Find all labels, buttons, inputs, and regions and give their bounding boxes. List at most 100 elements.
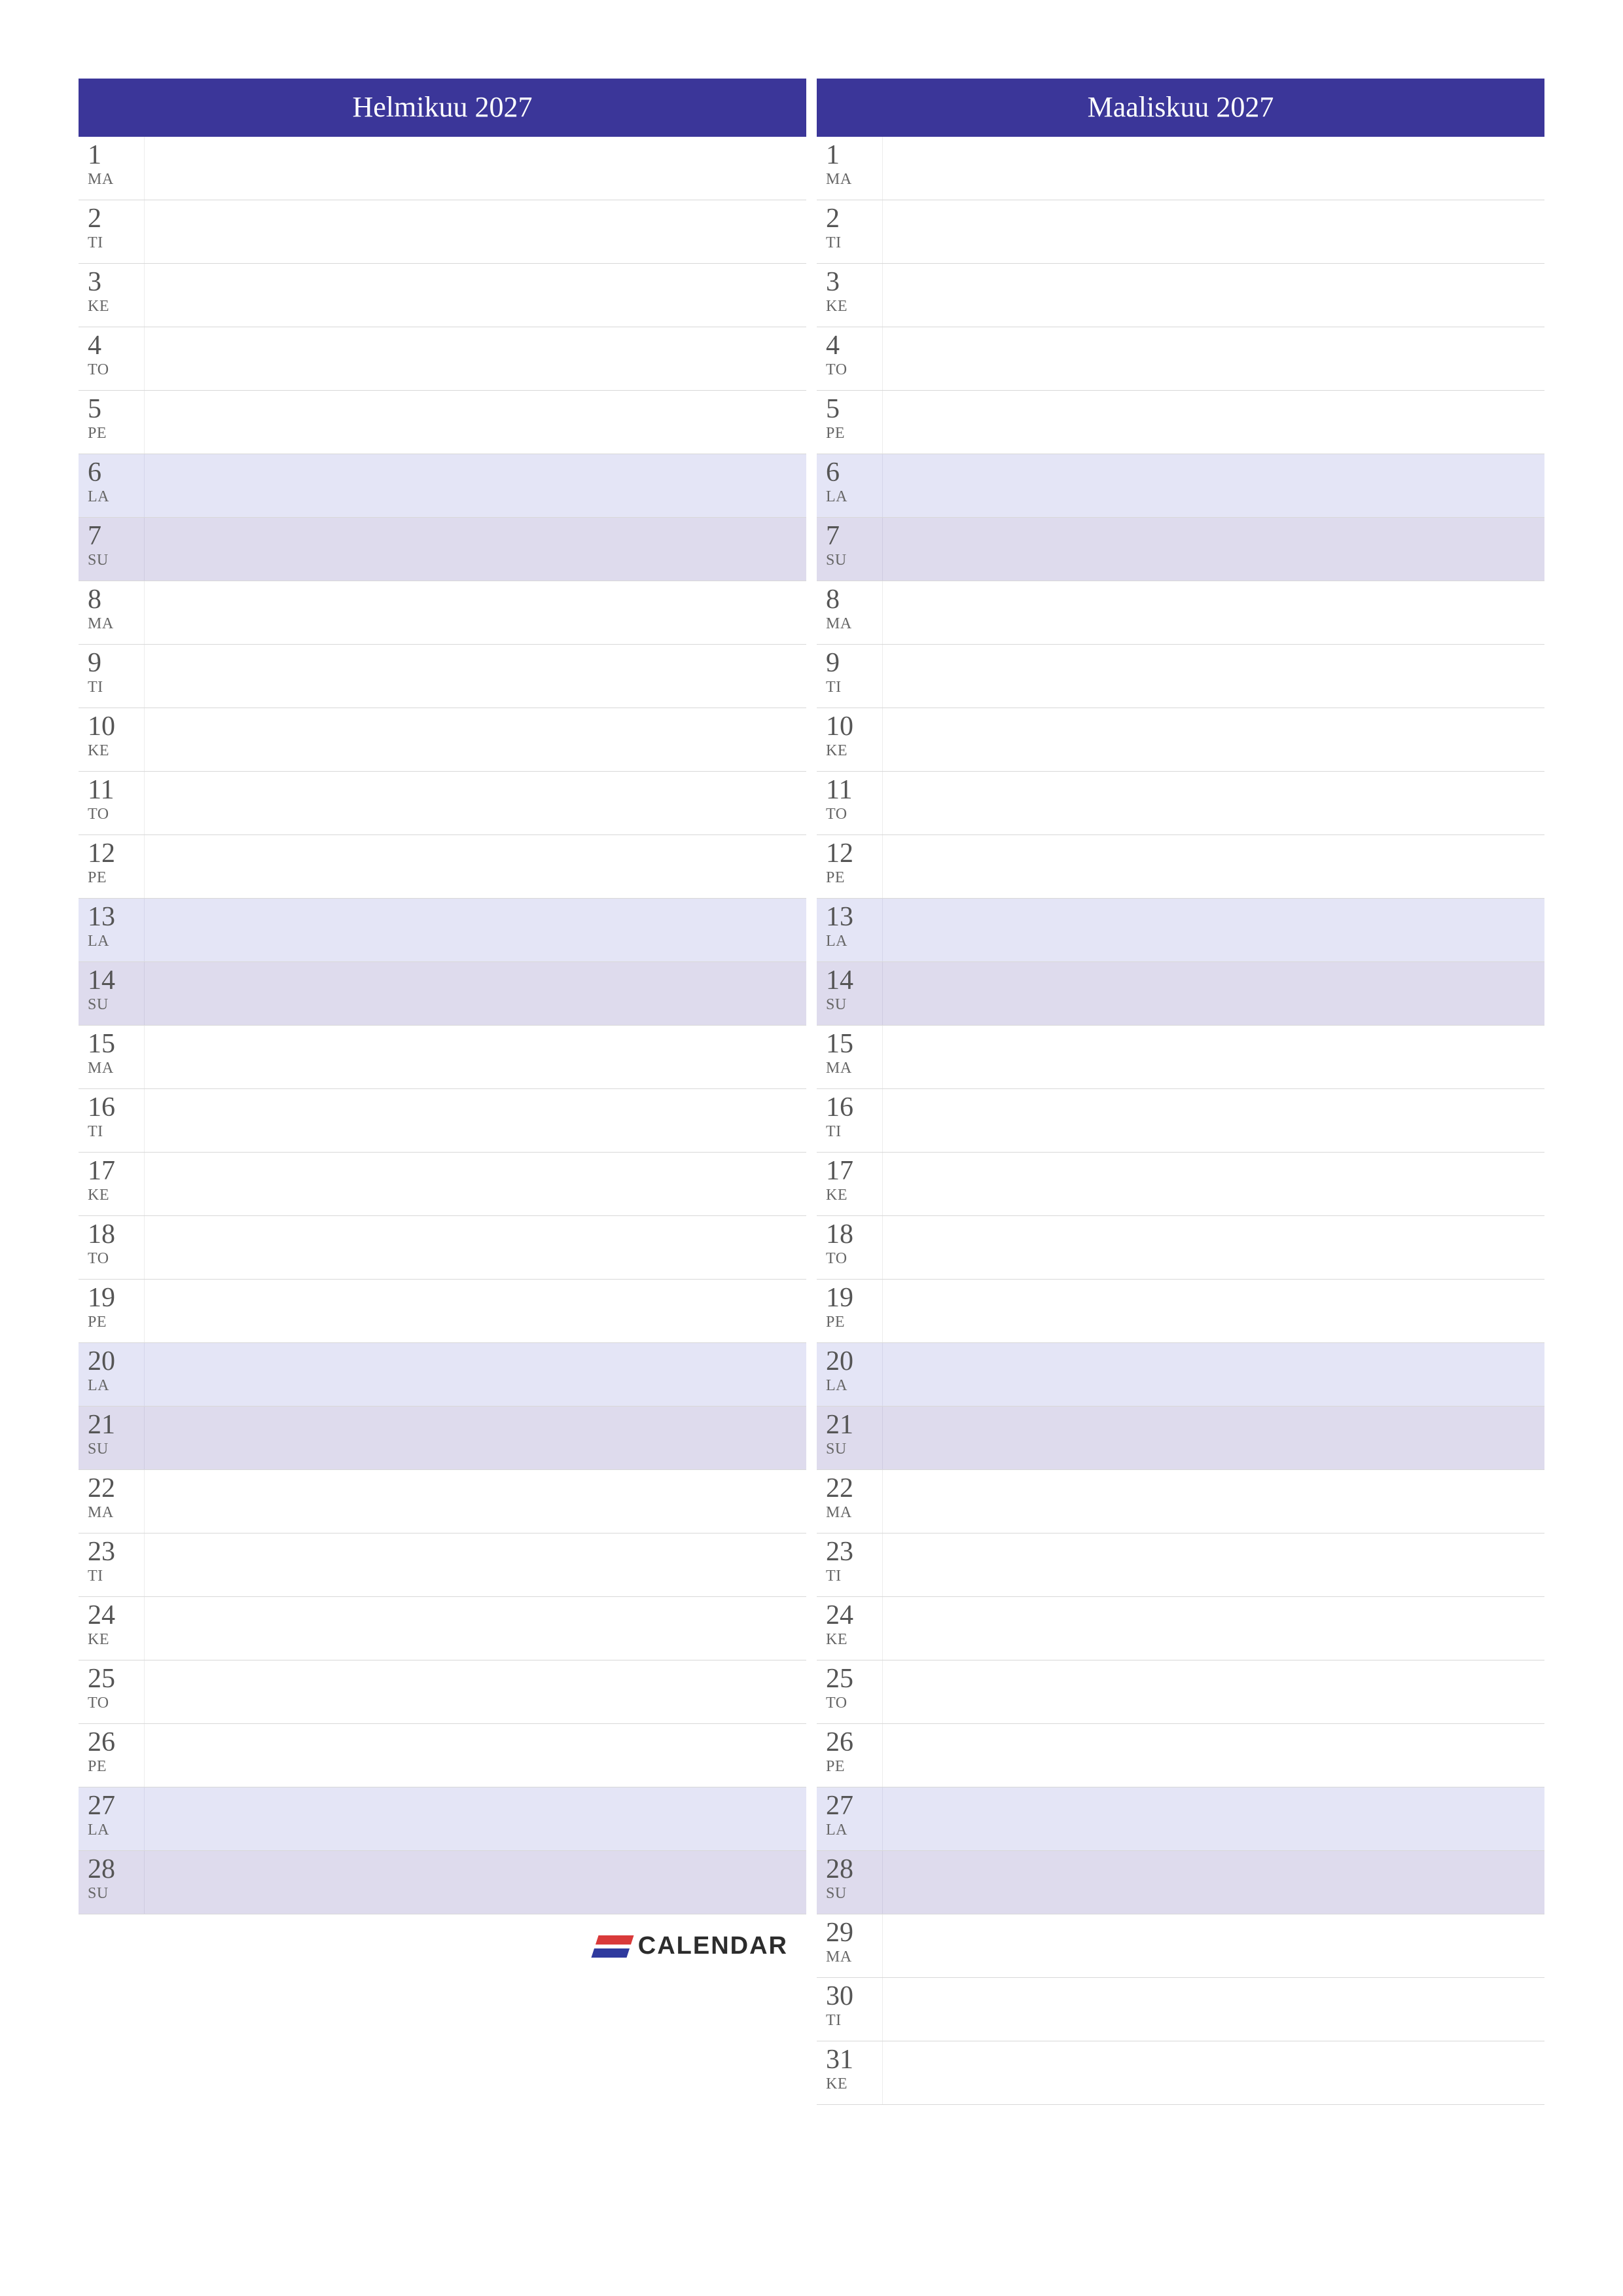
day-abbr: MA [88,171,144,188]
day-row: 13LA [79,899,806,962]
day-number: 14 [88,966,144,995]
day-abbr: TO [826,361,882,378]
day-number: 19 [88,1283,144,1312]
day-note-area [882,1153,1544,1215]
day-number: 5 [88,395,144,423]
day-number: 13 [826,903,882,931]
day-label: 22MA [817,1470,882,1533]
day-note-area [882,708,1544,771]
day-note-area [144,200,806,263]
day-abbr: LA [826,933,882,950]
day-number: 11 [88,776,144,804]
day-number: 24 [826,1601,882,1630]
day-note-area [882,1787,1544,1850]
day-note-area [882,1280,1544,1342]
day-number: 2 [826,204,882,233]
day-row: 11 TO [79,772,806,835]
day-number: 8 [88,585,144,614]
day-abbr: TO [88,1250,144,1267]
day-note-area [144,391,806,454]
calendar-page: Helmikuu 20271MA2TI3KE4TO5PE6LA7SU8MA9TI… [79,79,1544,2296]
day-note-area [882,1597,1544,1660]
day-row: 22MA [817,1470,1544,1534]
day-number: 2 [88,204,144,233]
day-number: 17 [88,1157,144,1185]
day-note-area [144,1851,806,1914]
day-label: 9TI [79,645,144,708]
day-row: 26PE [817,1724,1544,1787]
month-column-right: Maaliskuu 20271MA2TI3KE4TO5PE6LA7SU8MA9T… [817,79,1544,2296]
day-label: 6LA [817,454,882,517]
day-abbr: TI [88,1568,144,1585]
day-number: 10 [88,712,144,741]
day-number: 15 [88,1030,144,1058]
day-abbr: TO [88,806,144,823]
day-note-area [882,1026,1544,1088]
day-abbr: PE [826,425,882,442]
day-row: 24KE [79,1597,806,1660]
day-row: 15 MA [817,1026,1544,1089]
day-label: 12PE [817,835,882,898]
day-abbr: KE [88,1631,144,1648]
day-abbr: MA [826,171,882,188]
day-number: 26 [88,1728,144,1757]
day-abbr: MA [826,1060,882,1077]
day-note-area [144,1026,806,1088]
day-row: 16TI [79,1089,806,1153]
day-number: 30 [826,1982,882,2011]
day-row: 26PE [79,1724,806,1787]
month-column-left: Helmikuu 20271MA2TI3KE4TO5PE6LA7SU8MA9TI… [79,79,806,2296]
day-row: 14SU [817,962,1544,1026]
day-note-area [144,1724,806,1787]
day-row: 15MA [79,1026,806,1089]
day-label: 25TO [817,1660,882,1723]
day-number: 27 [826,1791,882,1820]
day-row: 23TI [817,1534,1544,1597]
day-abbr: LA [88,1377,144,1394]
day-number: 25 [826,1664,882,1693]
day-number: 3 [88,268,144,296]
day-label: 23TI [79,1534,144,1596]
day-row: 21SU [817,1407,1544,1470]
day-abbr: KE [88,742,144,759]
day-number: 16 [88,1093,144,1122]
day-label: 3KE [79,264,144,327]
day-label: 4TO [817,327,882,390]
day-row: 18TO [79,1216,806,1280]
day-number: 15 [826,1030,882,1058]
day-number: 19 [826,1283,882,1312]
day-row: 8MA [79,581,806,645]
day-row: 4TO [817,327,1544,391]
day-note-area [144,1153,806,1215]
day-abbr: SU [88,552,144,569]
day-label: 13 LA [817,899,882,961]
day-note-area [144,1534,806,1596]
day-label: 25TO [79,1660,144,1723]
day-note-area [882,137,1544,200]
day-row: 16TI [817,1089,1544,1153]
day-number: 7 [826,522,882,550]
day-note-area [144,454,806,517]
day-row: 18TO [817,1216,1544,1280]
day-row: 10KE [79,708,806,772]
day-number: 28 [826,1855,882,1884]
day-abbr: TI [826,679,882,696]
day-label: 30TI [817,1978,882,2041]
day-number: 18 [826,1220,882,1249]
day-abbr: SU [88,1885,144,1902]
day-note-area [144,962,806,1025]
day-note-area [882,772,1544,834]
day-row: 11TO [817,772,1544,835]
day-note-area [144,518,806,581]
day-abbr: PE [88,1314,144,1331]
day-label: 26PE [79,1724,144,1787]
day-abbr: SU [88,1441,144,1458]
day-abbr: KE [826,1187,882,1204]
day-label: 9TI [817,645,882,708]
day-number: 6 [88,458,144,487]
day-note-area [144,1407,806,1469]
day-label: 11TO [817,772,882,834]
day-number: 14 [826,966,882,995]
day-label: 22MA [79,1470,144,1533]
day-label: 15 MA [817,1026,882,1088]
